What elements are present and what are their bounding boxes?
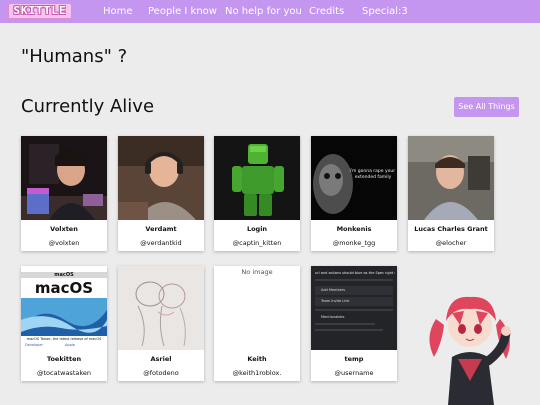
macos-link-developer: Developer (25, 343, 44, 347)
nav-link-credits[interactable]: Credits (309, 0, 344, 23)
nav-link-special[interactable]: Special:3 (362, 0, 408, 23)
person-photo (118, 266, 204, 350)
person-photo (408, 136, 494, 220)
person-card[interactable]: i'm gonna rape your extended family Monk… (311, 136, 397, 251)
person-name: Asriel (150, 355, 172, 363)
person-card[interactable]: url and actions should blue as the Spec … (311, 266, 397, 381)
person-name: Keith (247, 355, 267, 363)
person-name: Lucas Charles Grant (414, 225, 488, 233)
person-handle: @elocher (435, 239, 467, 247)
person-photo (118, 136, 204, 220)
person-photo: url and actions should blue as the Spec … (311, 266, 397, 350)
person-handle: @volxten (48, 239, 80, 247)
logo-text: SKITTLE (13, 4, 67, 17)
macos-title: macOS (34, 279, 94, 297)
person-handle: @tocatwastaken (37, 369, 91, 377)
temp-item-add-members: Add Members (321, 288, 346, 292)
person-handle: @username (334, 369, 374, 377)
temp-item-team-invite: Team Invite Link (321, 299, 350, 303)
person-card[interactable]: Asriel @fotodeno (118, 266, 204, 381)
macos-link-apple: Apple (65, 343, 75, 347)
site-logo[interactable]: SKITTLE (8, 3, 72, 19)
person-card[interactable]: macOS macOS macOS Tahoe, the latest rele… (21, 266, 107, 381)
person-card[interactable]: Volxten @volxten (21, 136, 107, 251)
person-photo: macOS macOS macOS Tahoe, the latest rele… (21, 266, 107, 350)
person-name: Monkenis (336, 225, 372, 233)
humans-heading: "Humans" ? (21, 46, 128, 67)
person-handle: @fotodeno (143, 369, 179, 377)
broken-image-alt: No image (241, 268, 273, 276)
person-handle: @captin_kitten (232, 239, 282, 247)
person-handle: @keith1roblox. (232, 369, 282, 377)
person-photo: i'm gonna rape your extended family (311, 136, 397, 220)
currently-alive-heading: Currently Alive (21, 96, 155, 117)
person-photo (21, 136, 107, 220)
person-name: Login (246, 225, 268, 233)
macos-subtitle: macOS Tahoe, the latest release of macOS (26, 337, 102, 341)
see-all-things-button[interactable]: See All Things (454, 97, 519, 117)
person-card[interactable]: Verdamt @verdantkid (118, 136, 204, 251)
person-name: temp (344, 355, 364, 363)
person-card[interactable]: Login @captin_kitten (214, 136, 300, 251)
temp-screenshot-title: url and actions should blue as the Spec … (315, 271, 395, 275)
top-navbar: SKITTLE Home People I know No help for y… (0, 0, 540, 23)
mascot-character-image (418, 285, 524, 405)
nav-link-home[interactable]: Home (103, 0, 133, 23)
person-name: Toekitten (46, 355, 82, 363)
person-card[interactable]: No image Keith @keith1roblox. (214, 266, 300, 381)
person-card[interactable]: Lucas Charles Grant @elocher (408, 136, 494, 251)
person-handle: @monke_tgg (332, 239, 376, 247)
person-handle: @verdantkid (140, 239, 182, 247)
person-name: Verdamt (145, 225, 177, 233)
person-photo (214, 136, 300, 220)
person-name: Volxten (50, 225, 78, 233)
macos-header: macOS (21, 272, 107, 278)
macos-wallpaper (21, 298, 107, 336)
person-photo: No image (214, 266, 300, 350)
temp-item-mentionables: Mentionables (321, 315, 345, 319)
nav-link-no-help[interactable]: No help for you (225, 0, 302, 23)
nav-link-people[interactable]: People I know (148, 0, 217, 23)
